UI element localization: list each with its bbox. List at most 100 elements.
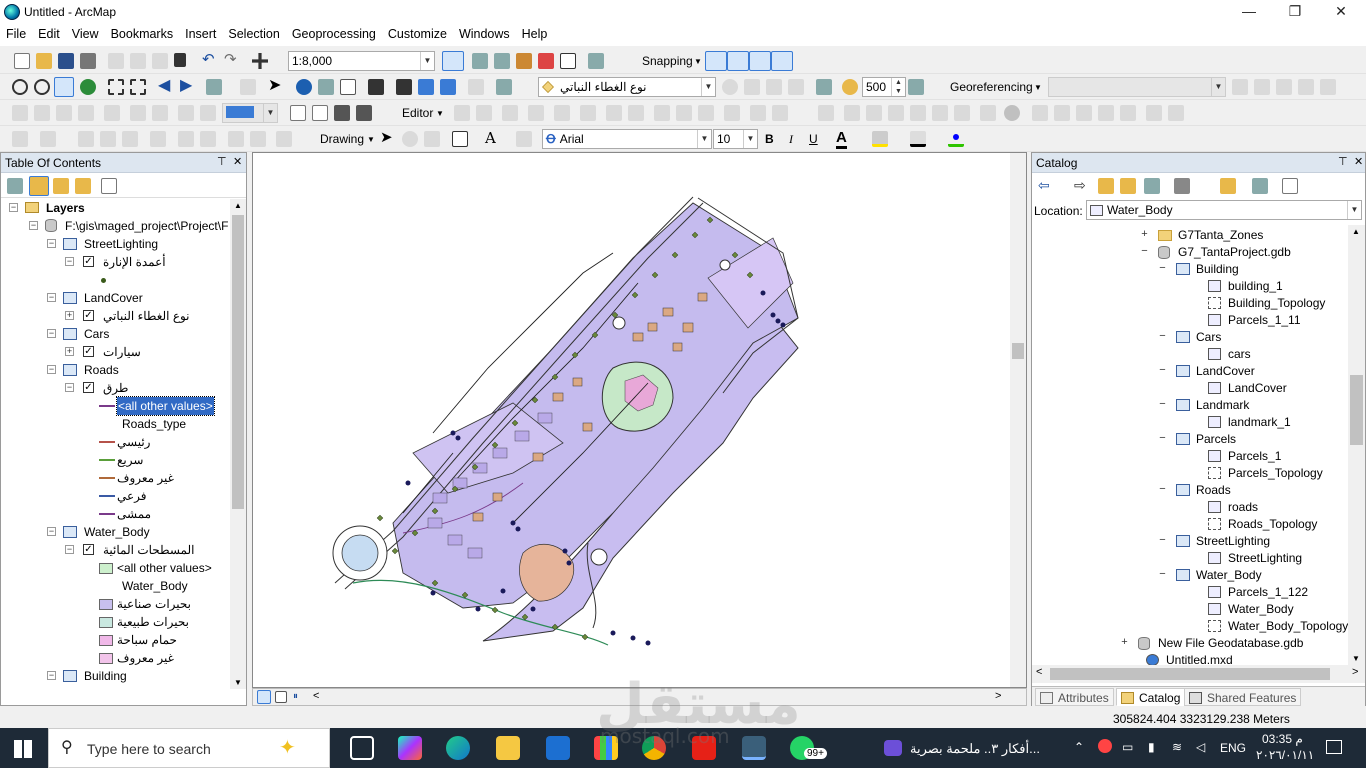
catalog-hscroll-thumb[interactable]	[1050, 668, 1330, 680]
tab-catalog[interactable]: Catalog	[1116, 688, 1186, 706]
editor-toolbar-toggle-icon[interactable]	[442, 51, 464, 71]
edit-vertices-icon[interactable]	[554, 105, 570, 121]
tab-shared-features[interactable]: Shared Features	[1184, 688, 1302, 706]
fix-topology-icon[interactable]	[130, 105, 146, 121]
layout-view-switch-icon[interactable]	[275, 691, 287, 703]
clock-time[interactable]: م 03:35	[1262, 732, 1303, 746]
select-elements-icon[interactable]: ➤	[268, 78, 284, 95]
toc-vertical-scrollbar[interactable]: ▲ ▼	[230, 199, 246, 689]
zoom-whole-page-icon[interactable]	[334, 105, 350, 121]
georef-tool-6-icon[interactable]	[932, 105, 948, 121]
reshape-icon[interactable]	[580, 105, 596, 121]
media-player-icon[interactable]	[884, 740, 902, 756]
buffer-distance-spinner[interactable]: 500 ▲ ▼	[862, 77, 906, 97]
full-extent-globe-icon[interactable]	[80, 79, 96, 95]
error-inspector-icon[interactable]	[152, 105, 168, 121]
layout-tool-6-icon[interactable]	[150, 131, 166, 147]
collapse-icon[interactable]: −	[1140, 246, 1149, 257]
swipe-icon[interactable]	[722, 79, 738, 95]
location-combo[interactable]: Water_Body ▼	[1086, 200, 1362, 220]
georef-tool-10-icon[interactable]	[1032, 105, 1048, 121]
rectangle-icon[interactable]	[452, 131, 468, 147]
taskbar-search-box[interactable]: ⚲ Type here to search ✦	[48, 728, 330, 768]
python-window-icon[interactable]	[560, 53, 576, 69]
collapse-icon[interactable]: −	[47, 239, 56, 248]
editor-options-icon[interactable]	[750, 105, 766, 121]
outlook-icon[interactable]	[546, 736, 570, 760]
undo-icon[interactable]: ↶	[202, 52, 218, 69]
layout-view-icon[interactable]	[290, 105, 306, 121]
tray-app-icon[interactable]	[1098, 739, 1112, 753]
cut-icon[interactable]	[108, 53, 124, 69]
map-vertical-scrollbar[interactable]	[1010, 153, 1026, 687]
georef-tool-4-icon[interactable]	[888, 105, 904, 121]
fixed-zoom-out-icon[interactable]	[130, 79, 146, 95]
layout-tool-11-icon[interactable]	[276, 131, 292, 147]
collapse-icon[interactable]: −	[47, 365, 56, 374]
contrast-icon[interactable]	[788, 79, 804, 95]
topology-icon[interactable]	[12, 105, 28, 121]
collapse-icon[interactable]: −	[47, 671, 56, 680]
catalog-views-icon[interactable]	[1174, 178, 1190, 194]
clear-selection-icon[interactable]	[240, 79, 256, 95]
catalog-scroll-thumb[interactable]	[1350, 375, 1363, 445]
georef-tool-15-icon[interactable]	[1146, 105, 1162, 121]
collapse-icon[interactable]: −	[9, 203, 18, 212]
layout-tool-9-icon[interactable]	[228, 131, 244, 147]
forward-extent-icon[interactable]: ▶	[180, 78, 196, 95]
snapping-menu[interactable]: Snapping	[642, 54, 693, 68]
input-language[interactable]: ENG	[1220, 741, 1246, 755]
catalog-horizontal-scrollbar[interactable]: < >	[1032, 665, 1365, 683]
catalog-back-icon[interactable]: ⇦	[1038, 178, 1054, 194]
arcmap-taskbar-icon[interactable]	[742, 736, 766, 760]
list-by-drawing-order-icon[interactable]	[7, 178, 23, 194]
collapse-icon[interactable]: −	[65, 383, 74, 392]
expand-icon[interactable]: +	[65, 347, 74, 356]
select-elements-draw-icon[interactable]: ➤	[380, 130, 396, 147]
copy-icon[interactable]	[130, 53, 146, 69]
layer-visibility-checkbox[interactable]: ✓	[83, 310, 94, 321]
layout-tool-4-icon[interactable]	[100, 131, 116, 147]
collapse-icon[interactable]: −	[1158, 399, 1167, 410]
edge-snapping-icon[interactable]	[771, 51, 793, 71]
construct-features-icon[interactable]	[200, 105, 216, 121]
topology-edit-icon[interactable]	[34, 105, 50, 121]
file-explorer-icon[interactable]	[496, 736, 520, 760]
trace-icon[interactable]	[528, 105, 544, 121]
menu-customize[interactable]: Customize	[382, 24, 453, 41]
wifi-icon[interactable]: ≋	[1172, 740, 1182, 754]
layer-visibility-checkbox[interactable]: ✓	[83, 346, 94, 357]
tray-expand-icon[interactable]: ⌃	[1074, 740, 1084, 754]
rotate-element-icon[interactable]	[402, 131, 418, 147]
pan-hand-icon[interactable]	[54, 77, 74, 97]
edge-browser-icon[interactable]	[446, 736, 470, 760]
catalog-up-icon[interactable]	[1098, 178, 1114, 194]
drawing-menu[interactable]: Drawing	[320, 132, 364, 146]
menu-edit[interactable]: Edit	[32, 24, 66, 41]
search-window-icon[interactable]	[516, 53, 532, 69]
list-by-selection-icon[interactable]	[75, 178, 91, 194]
layout-tool-7-icon[interactable]	[178, 131, 194, 147]
battery-icon[interactable]: ▮	[1148, 740, 1155, 754]
scroll-down-icon[interactable]: ▼	[1352, 654, 1360, 663]
split-icon[interactable]	[628, 105, 644, 121]
zoom-in-icon[interactable]	[12, 79, 28, 95]
attributes-icon[interactable]	[676, 105, 692, 121]
georef-tool-16-icon[interactable]	[1168, 105, 1184, 121]
georeferencing-menu[interactable]: Georeferencing	[950, 80, 1033, 94]
menu-geoprocessing[interactable]: Geoprocessing	[286, 24, 382, 41]
editor-dropdown-icon[interactable]: ▼	[436, 109, 444, 118]
marker-color-icon[interactable]	[948, 131, 964, 147]
layout-tool-8-icon[interactable]	[200, 131, 216, 147]
refresh-view-icon[interactable]: ⏸	[293, 691, 305, 703]
georef-tool-1-icon[interactable]	[818, 105, 834, 121]
go-to-xy-icon[interactable]	[440, 79, 456, 95]
line-color-icon[interactable]	[910, 131, 926, 147]
cut-polygons-icon[interactable]	[606, 105, 622, 121]
minimize-button[interactable]: —	[1226, 0, 1272, 24]
redo-icon[interactable]: ↷	[224, 52, 240, 69]
catalog-vertical-scrollbar[interactable]: ▲ ▼	[1348, 225, 1365, 665]
menu-insert[interactable]: Insert	[179, 24, 222, 41]
map-vscroll-thumb[interactable]	[1012, 343, 1024, 359]
maximize-button[interactable]: ❐	[1272, 0, 1318, 24]
